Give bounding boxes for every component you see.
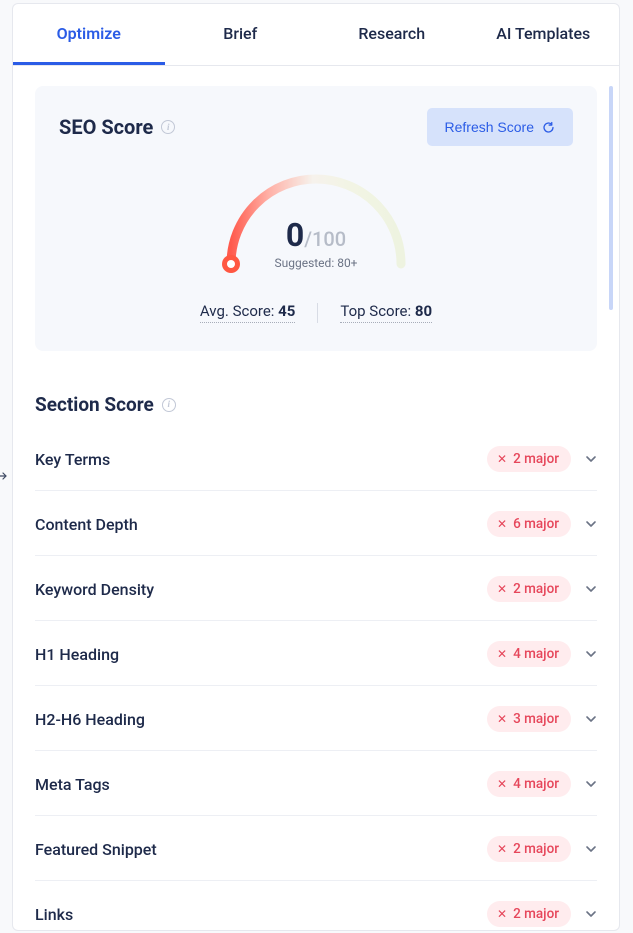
section-row-right: ✕ 3 major xyxy=(487,706,597,732)
issue-badge: ✕ 2 major xyxy=(487,836,571,862)
stats-separator xyxy=(317,303,318,323)
top-score-value: 80 xyxy=(415,302,432,320)
close-icon: ✕ xyxy=(497,908,507,920)
section-row-label: H2-H6 Heading xyxy=(35,710,145,729)
tab-brief[interactable]: Brief xyxy=(165,4,317,65)
seo-score-title-text: SEO Score xyxy=(59,115,153,139)
issue-badge: ✕ 2 major xyxy=(487,576,571,602)
chevron-down-icon xyxy=(585,583,597,595)
seo-score-title: SEO Score i xyxy=(59,115,175,139)
section-row[interactable]: H2-H6 Heading ✕ 3 major xyxy=(35,686,597,751)
section-row-label: Meta Tags xyxy=(35,775,110,794)
avg-score-value: 45 xyxy=(278,302,295,320)
gauge-score-max: /100 xyxy=(304,227,346,251)
refresh-score-button[interactable]: Refresh Score xyxy=(427,108,573,146)
issue-count: 4 major xyxy=(513,646,559,662)
chevron-down-icon xyxy=(585,713,597,725)
section-row-label: Key Terms xyxy=(35,450,110,469)
drag-handle[interactable] xyxy=(0,471,10,481)
tab-research[interactable]: Research xyxy=(316,4,468,65)
section-row[interactable]: Keyword Density ✕ 2 major xyxy=(35,556,597,621)
close-icon: ✕ xyxy=(497,843,507,855)
tab-optimize[interactable]: Optimize xyxy=(13,4,165,65)
gauge-score-value: 0 xyxy=(286,216,304,254)
chevron-down-icon xyxy=(585,518,597,530)
issue-count: 2 major xyxy=(513,451,559,467)
issue-badge: ✕ 2 major xyxy=(487,446,571,472)
seo-panel: Optimize Brief Research AI Templates SEO… xyxy=(12,3,620,931)
section-row-right: ✕ 4 major xyxy=(487,771,597,797)
close-icon: ✕ xyxy=(497,518,507,530)
info-icon[interactable]: i xyxy=(162,398,176,412)
chevron-down-icon xyxy=(585,778,597,790)
gauge-suggested-text: Suggested: 80+ xyxy=(211,256,421,270)
section-row-label: Featured Snippet xyxy=(35,840,157,859)
section-row-right: ✕ 4 major xyxy=(487,641,597,667)
issue-badge: ✕ 3 major xyxy=(487,706,571,732)
close-icon: ✕ xyxy=(497,713,507,725)
close-icon: ✕ xyxy=(497,453,507,465)
section-list: Key Terms ✕ 2 major Content Depth ✕ 6 major Ke… xyxy=(35,426,597,931)
section-row-right: ✕ 2 major xyxy=(487,576,597,602)
section-row[interactable]: Links ✕ 2 major xyxy=(35,881,597,931)
issue-count: 2 major xyxy=(513,906,559,922)
tab-ai-templates[interactable]: AI Templates xyxy=(468,4,620,65)
issue-count: 2 major xyxy=(513,581,559,597)
top-score-label: Top Score: xyxy=(340,302,415,320)
issue-badge: ✕ 4 major xyxy=(487,771,571,797)
chevron-down-icon xyxy=(585,648,597,660)
section-row[interactable]: Meta Tags ✕ 4 major xyxy=(35,751,597,816)
section-score-title: Section Score i xyxy=(35,393,597,416)
section-row[interactable]: Content Depth ✕ 6 major xyxy=(35,491,597,556)
refresh-score-label: Refresh Score xyxy=(445,119,534,135)
section-row-right: ✕ 2 major xyxy=(487,901,597,927)
issue-badge: ✕ 4 major xyxy=(487,641,571,667)
issue-badge: ✕ 2 major xyxy=(487,901,571,927)
section-row-label: Content Depth xyxy=(35,515,138,534)
score-stats: Avg. Score: 45 Top Score: 80 xyxy=(200,302,432,323)
section-row[interactable]: Featured Snippet ✕ 2 major xyxy=(35,816,597,881)
issue-count: 3 major xyxy=(513,711,559,727)
issue-count: 4 major xyxy=(513,776,559,792)
avg-score-stat[interactable]: Avg. Score: 45 xyxy=(200,302,295,323)
section-row[interactable]: Key Terms ✕ 2 major xyxy=(35,426,597,491)
section-row-label: Keyword Density xyxy=(35,580,154,599)
issue-badge: ✕ 6 major xyxy=(487,511,571,537)
chevron-down-icon xyxy=(585,453,597,465)
section-row-right: ✕ 2 major xyxy=(487,446,597,472)
scrollbar-accent xyxy=(609,86,613,310)
issue-count: 2 major xyxy=(513,841,559,857)
section-row-right: ✕ 2 major xyxy=(487,836,597,862)
refresh-icon xyxy=(542,121,555,134)
avg-score-label: Avg. Score: xyxy=(200,302,278,320)
close-icon: ✕ xyxy=(497,778,507,790)
section-row-label: H1 Heading xyxy=(35,645,119,664)
score-gauge: 0/100 Suggested: 80+ xyxy=(211,164,421,274)
top-score-stat[interactable]: Top Score: 80 xyxy=(340,302,432,323)
issue-count: 6 major xyxy=(513,516,559,532)
chevron-down-icon xyxy=(585,908,597,920)
seo-score-card: SEO Score i Refresh Score xyxy=(35,86,597,351)
section-row-label: Links xyxy=(35,905,73,924)
chevron-down-icon xyxy=(585,843,597,855)
section-row[interactable]: H1 Heading ✕ 4 major xyxy=(35,621,597,686)
close-icon: ✕ xyxy=(497,648,507,660)
section-score-title-text: Section Score xyxy=(35,393,154,416)
close-icon: ✕ xyxy=(497,583,507,595)
info-icon[interactable]: i xyxy=(161,120,175,134)
section-row-right: ✕ 6 major xyxy=(487,511,597,537)
tabs: Optimize Brief Research AI Templates xyxy=(13,4,619,66)
